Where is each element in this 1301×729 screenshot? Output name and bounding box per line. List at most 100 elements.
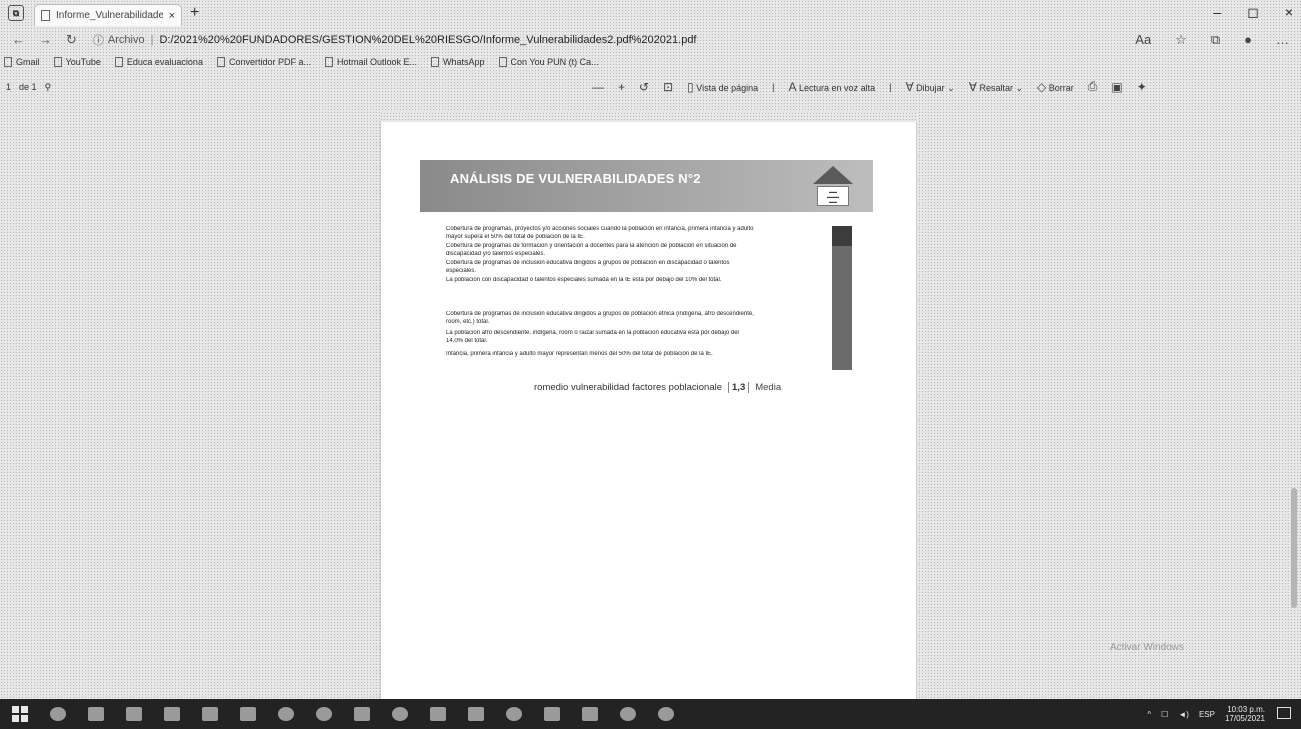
page-total: de 1 — [19, 82, 37, 92]
address-bar: ← → ↻ ⓘ Archivo | D:/2021%20%20FUNDADORE… — [0, 28, 1301, 52]
excel-icon[interactable] — [202, 707, 218, 721]
info-icon[interactable]: ⓘ — [93, 32, 104, 48]
print-icon[interactable]: ⎙ — [1088, 79, 1098, 94]
mail-icon[interactable] — [544, 707, 560, 721]
close-window-button[interactable]: × — [1285, 4, 1293, 21]
page-view-label: Vista de página — [696, 82, 759, 93]
page-number-input[interactable]: 1 — [6, 82, 11, 92]
more-options-icon[interactable]: … — [1276, 32, 1289, 48]
rotate-icon[interactable]: ↺ — [639, 80, 649, 94]
browser-icon[interactable] — [316, 707, 332, 721]
bookmark-label: YouTube — [65, 57, 101, 67]
app-icon[interactable] — [506, 707, 522, 721]
taskbar-clock[interactable]: 10:03 p.m. 17/05/2021 — [1225, 705, 1265, 723]
url-field[interactable]: D:/2021%20%20FUNDADORES/GESTION%20DEL%20… — [159, 34, 696, 46]
text-line: Cobertura de programas, proyectos y/o ac… — [446, 226, 754, 232]
eraser-icon: ◇ — [1037, 79, 1047, 94]
photos-icon[interactable] — [164, 707, 180, 721]
pdf-toolbar: 1 de 1 ⚲ — + ↺ ⊡ ▯ Vista de página | A L… — [0, 76, 1301, 98]
page-icon — [498, 57, 507, 67]
bookmark-item[interactable]: Gmail — [4, 57, 40, 67]
score-column — [832, 226, 852, 370]
erase-button[interactable]: ◇ Borrar — [1037, 80, 1074, 94]
draw-icon: ∀ — [905, 79, 914, 94]
zoom-out-icon[interactable]: — — [592, 80, 604, 94]
word-icon[interactable] — [240, 707, 256, 721]
institution-logo-icon: ▬▬ ▬▬▬ ▬▬ — [811, 164, 855, 208]
search-icon[interactable]: ⚲ — [45, 82, 52, 93]
bookmark-item[interactable]: YouTube — [53, 57, 101, 67]
tab-actions-icon[interactable]: ⧉ — [8, 5, 24, 21]
task-view-icon[interactable] — [88, 707, 104, 721]
collections-icon[interactable]: ⧉ — [1211, 32, 1220, 48]
windows-activation-watermark: Activar Windows — [1110, 642, 1184, 653]
tab-title: Informe_Vulnerabilidades2.pdf — [56, 10, 163, 21]
browser-tab[interactable]: Informe_Vulnerabilidades2.pdf × — [34, 4, 182, 26]
forward-arrow-icon[interactable]: → — [39, 32, 52, 48]
maximize-button[interactable]: ◻ — [1247, 4, 1259, 21]
bookmark-item[interactable]: Educa evaluaciona — [114, 57, 203, 67]
save-icon[interactable]: ▣ — [1111, 80, 1122, 94]
excel-icon[interactable] — [126, 707, 142, 721]
bookmark-label: Gmail — [16, 57, 40, 67]
text-line: 14,0% del total. — [446, 338, 488, 344]
tab-close-icon[interactable]: × — [169, 10, 175, 22]
app-icon[interactable] — [354, 707, 370, 721]
page-icon — [114, 57, 123, 67]
new-tab-button[interactable]: + — [190, 4, 199, 22]
read-aloud-button[interactable]: A Lectura en voz alta — [789, 80, 876, 94]
language-indicator[interactable]: ESP — [1199, 710, 1215, 719]
bookmark-item[interactable]: WhatsApp — [431, 57, 485, 67]
profile-icon[interactable]: ● — [1244, 32, 1252, 48]
vertical-scrollbar[interactable] — [1291, 112, 1297, 700]
text-line: Cobertura de programas de formación y or… — [446, 243, 737, 249]
search-icon[interactable] — [50, 707, 66, 721]
xbox-icon[interactable] — [620, 707, 636, 721]
page-view-button[interactable]: ▯ Vista de página — [687, 80, 758, 94]
bookmark-item[interactable]: Con You PUN (t) Ca... — [498, 57, 599, 67]
page-icon — [324, 57, 333, 67]
text-line: room, etc.) total. — [446, 319, 490, 325]
read-mode-icon[interactable]: Aa — [1135, 32, 1151, 48]
grid-icon — [216, 57, 225, 67]
clock-date: 17/05/2021 — [1224, 714, 1265, 723]
edge-icon[interactable] — [392, 707, 408, 721]
pin-icon[interactable]: ✦ — [1137, 80, 1147, 94]
bookmark-item[interactable]: Convertidor PDF a... — [216, 57, 311, 67]
refresh-icon[interactable]: ↻ — [66, 32, 77, 48]
fit-page-icon[interactable]: ⊡ — [663, 80, 673, 94]
page-icon — [53, 57, 62, 67]
tray-chevron-icon[interactable]: ^ — [1147, 710, 1151, 719]
network-icon[interactable]: ☐ — [1161, 710, 1168, 719]
page-icon — [431, 57, 440, 67]
draw-button[interactable]: ∀ Dibujar ⌄ — [905, 80, 954, 94]
bookmark-item[interactable]: Hotmail Outlook E... — [324, 57, 417, 67]
draw-label: Dibujar — [916, 82, 945, 93]
favorite-star-icon[interactable]: ☆ — [1175, 32, 1187, 48]
text-line: La población con discapacidad o talentos… — [446, 277, 722, 283]
windows-start-icon[interactable] — [12, 706, 28, 722]
page-view-icon: ▯ — [687, 79, 694, 94]
bookmark-label: Con You PUN (t) Ca... — [510, 57, 599, 67]
erase-label: Borrar — [1048, 82, 1074, 93]
text-line: La población afro descendiente, indígena… — [446, 330, 739, 336]
highlight-button[interactable]: ∀ Resaltar ⌄ — [969, 80, 1023, 94]
app-icon[interactable] — [430, 707, 446, 721]
checkmark-icon[interactable] — [582, 707, 598, 721]
bookmark-label: Convertidor PDF a... — [228, 57, 311, 67]
notifications-icon[interactable] — [1277, 707, 1291, 719]
minimize-button[interactable]: – — [1213, 4, 1221, 21]
scrollbar-thumb[interactable] — [1291, 488, 1297, 608]
report-title: ANÁLISIS DE VULNERABILIDADES N°2 — [450, 171, 701, 186]
app-icon[interactable] — [658, 707, 674, 721]
bookmark-label: WhatsApp — [443, 57, 485, 67]
report-banner: ANÁLISIS DE VULNERABILIDADES N°2 ▬▬ ▬▬▬ ▬▬ — [420, 160, 873, 212]
back-arrow-icon[interactable]: ← — [12, 32, 25, 48]
zoom-in-icon[interactable]: + — [618, 80, 625, 94]
volume-icon[interactable]: ◄) — [1178, 710, 1189, 719]
chrome-icon[interactable] — [278, 707, 294, 721]
bookmarks-bar: Gmail YouTube Educa evaluaciona Converti… — [0, 52, 1301, 72]
read-aloud-label: Lectura en voz alta — [799, 82, 876, 93]
app-icon[interactable] — [468, 707, 484, 721]
address-prefix: Archivo — [107, 34, 145, 46]
